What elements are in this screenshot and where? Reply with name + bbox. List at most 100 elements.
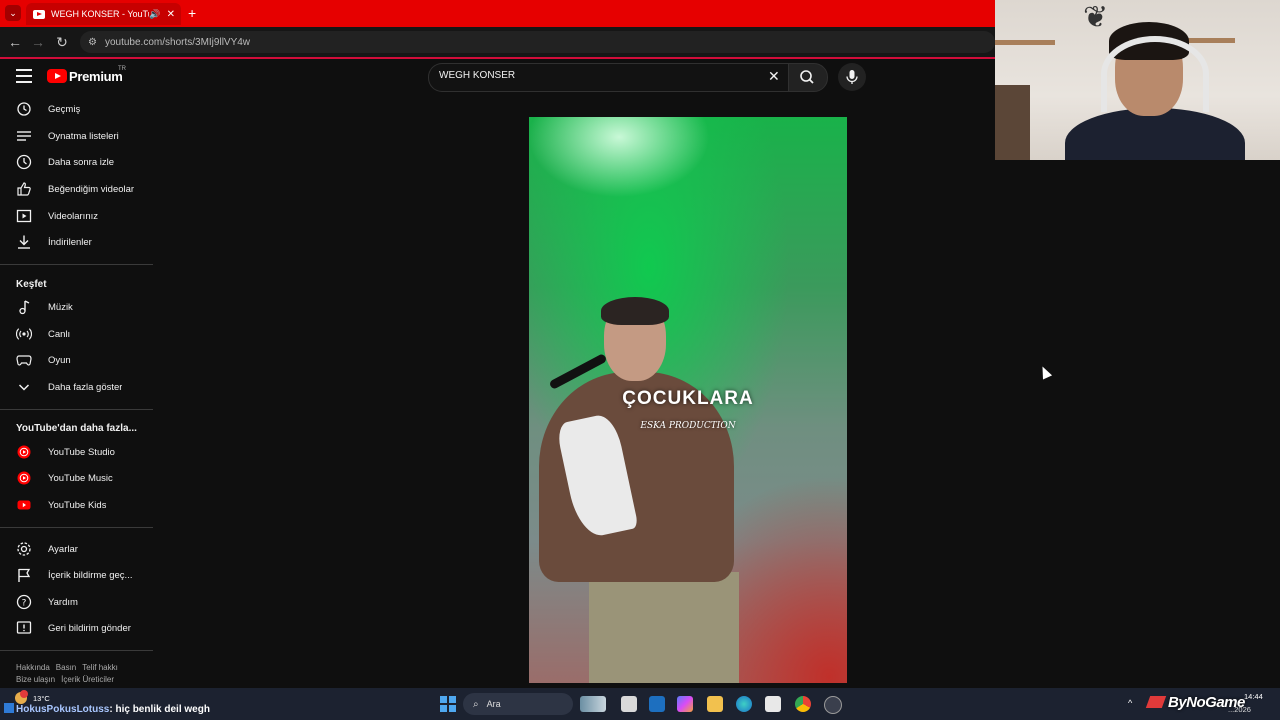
search-button[interactable] bbox=[788, 63, 828, 92]
logo-region: TR bbox=[118, 66, 126, 72]
sidebar-item-youtube-kids[interactable]: YouTube Kids bbox=[0, 492, 153, 518]
sidebar-item-youtube-studio[interactable]: YouTube Studio bbox=[0, 439, 153, 465]
chrome-icon[interactable] bbox=[795, 696, 811, 712]
search-query-text[interactable]: WEGH KONSER bbox=[439, 70, 515, 81]
windows-start-icon[interactable] bbox=[440, 696, 456, 712]
chat-username: HokusPokusLotuss bbox=[16, 704, 110, 715]
forward-arrow-icon[interactable]: → bbox=[30, 34, 46, 50]
sidebar-item-your-videos[interactable]: Videolarınız bbox=[0, 203, 153, 229]
footer-link[interactable]: Basın bbox=[56, 663, 76, 672]
more-from-youtube-heading: YouTube'dan daha fazla... bbox=[16, 423, 137, 434]
video-watermark: ESKA PRODUCTION bbox=[640, 421, 736, 431]
microphone-icon bbox=[846, 70, 858, 84]
back-arrow-icon[interactable]: ← bbox=[7, 34, 23, 50]
sidebar-item-live[interactable]: Canlı bbox=[0, 321, 153, 347]
url-field[interactable]: ⚙ youtube.com/shorts/3MIj9llVY4w bbox=[80, 31, 995, 53]
tab-search-button[interactable]: ⌄ bbox=[5, 5, 21, 21]
video-frame-detail bbox=[601, 297, 669, 325]
sidebar-item-label: Oyun bbox=[48, 354, 71, 366]
sidebar-item-history[interactable]: Geçmiş bbox=[0, 96, 153, 122]
chat-overlay: HokusPokusLotuss: hiç benlik deil wegh bbox=[4, 703, 210, 715]
footer-link[interactable]: Hakkında bbox=[16, 663, 50, 672]
svg-text:?: ? bbox=[22, 598, 27, 608]
sidebar-item-gaming[interactable]: Oyun bbox=[0, 347, 153, 373]
sidebar-divider bbox=[0, 527, 153, 528]
bynogame-logo-icon bbox=[1145, 696, 1167, 708]
microsoft-store-icon[interactable] bbox=[765, 696, 781, 712]
explore-heading: Keşfet bbox=[16, 279, 47, 290]
outlook-icon[interactable] bbox=[649, 696, 665, 712]
your-videos-icon bbox=[16, 208, 32, 224]
task-view-icon[interactable] bbox=[621, 696, 637, 712]
sidebar-footer-links: Bize ulaşın İçerik Üreticiler bbox=[16, 675, 120, 684]
taskbar-search-label: Ara bbox=[486, 699, 501, 709]
sidebar-item-show-more[interactable]: Daha fazla göster bbox=[0, 374, 153, 400]
sidebar-item-label: Videolarınız bbox=[48, 210, 98, 222]
hamburger-menu-icon[interactable] bbox=[16, 69, 32, 83]
clock-date[interactable]: ...2026 bbox=[1228, 705, 1251, 714]
settings-icon bbox=[16, 541, 32, 557]
tray-chevron-icon[interactable]: ^ bbox=[1128, 698, 1132, 708]
taskbar-search[interactable]: ⌕ Ara bbox=[463, 693, 573, 715]
sidebar-item-watch-later[interactable]: Daha sonra izle bbox=[0, 149, 153, 175]
voice-search-button[interactable] bbox=[838, 63, 866, 91]
clock-time[interactable]: 14:44 bbox=[1244, 692, 1263, 701]
sidebar-item-liked-videos[interactable]: Beğendiğim videolar bbox=[0, 176, 153, 202]
feedback-icon bbox=[16, 620, 32, 636]
music-icon bbox=[16, 299, 32, 315]
notification-badge bbox=[20, 690, 28, 698]
sidebar-item-playlists[interactable]: Oynatma listeleri bbox=[0, 123, 153, 149]
speaker-icon[interactable]: 🔊 bbox=[149, 9, 160, 20]
sidebar-item-label: Oynatma listeleri bbox=[48, 130, 119, 142]
youtube-logo-icon[interactable] bbox=[47, 69, 67, 83]
download-icon bbox=[16, 234, 32, 250]
help-icon: ? bbox=[16, 594, 32, 610]
youtube-studio-icon bbox=[16, 444, 32, 460]
footer-link[interactable]: Bize ulaşın bbox=[16, 675, 55, 684]
sidebar-item-settings[interactable]: Ayarlar bbox=[0, 536, 153, 562]
tab-close-icon[interactable]: ✕ bbox=[167, 9, 175, 20]
sidebar-item-label: YouTube Music bbox=[48, 472, 113, 484]
edge-icon[interactable] bbox=[736, 696, 752, 712]
sidebar-item-label: Geri bildirim gönder bbox=[48, 622, 131, 634]
sidebar-item-label: İçerik bildirme geç... bbox=[48, 569, 133, 581]
sidebar-item-youtube-music[interactable]: YouTube Music bbox=[0, 465, 153, 491]
url-text: youtube.com/shorts/3MIj9llVY4w bbox=[104, 36, 251, 48]
chat-message: : hiç benlik deil wegh bbox=[109, 704, 210, 715]
flag-icon bbox=[16, 567, 32, 583]
search-icon bbox=[800, 70, 814, 84]
search-highlight-icon[interactable] bbox=[580, 696, 606, 712]
sidebar-item-downloads[interactable]: İndirilenler bbox=[0, 229, 153, 255]
copilot-icon[interactable] bbox=[677, 696, 693, 712]
sidebar-item-report-history[interactable]: İçerik bildirme geç... bbox=[0, 562, 153, 588]
youtube-music-icon bbox=[16, 470, 32, 486]
sidebar-divider bbox=[0, 650, 153, 651]
sidebar-item-label: YouTube Studio bbox=[48, 446, 115, 458]
logo-text[interactable]: Premium bbox=[69, 69, 123, 84]
clear-search-icon[interactable]: ✕ bbox=[768, 68, 780, 84]
watch-later-icon bbox=[16, 154, 32, 170]
sidebar-item-label: Beğendiğim videolar bbox=[48, 183, 135, 195]
sidebar-item-send-feedback[interactable]: Geri bildirim gönder bbox=[0, 615, 153, 641]
site-info-icon[interactable]: ⚙ bbox=[88, 37, 97, 48]
kick-logo-icon bbox=[4, 703, 14, 713]
sidebar-item-label: Daha fazla göster bbox=[48, 381, 123, 393]
footer-link[interactable]: Telif hakkı bbox=[82, 663, 118, 672]
reload-icon[interactable]: ↻ bbox=[54, 34, 70, 50]
browser-tab[interactable]: WEGH KONSER - YouTube 🔊 ✕ bbox=[26, 3, 181, 25]
mouse-cursor-icon bbox=[1037, 364, 1053, 380]
sidebar-item-music[interactable]: Müzik bbox=[0, 294, 153, 320]
weather-temperature: 13°C bbox=[33, 694, 50, 703]
webcam-overlay: ❦ bbox=[995, 0, 1280, 160]
footer-link[interactable]: İçerik Üreticiler bbox=[61, 675, 114, 684]
tab-title: WEGH KONSER - YouTube bbox=[51, 9, 149, 19]
sidebar-item-label: İndirilenler bbox=[48, 236, 92, 248]
sidebar-divider bbox=[0, 264, 153, 265]
obs-icon[interactable] bbox=[824, 696, 842, 714]
file-explorer-icon[interactable] bbox=[707, 696, 723, 712]
sidebar-divider bbox=[0, 409, 153, 410]
sidebar-item-label: Geçmiş bbox=[48, 103, 81, 115]
sidebar-item-help[interactable]: ? Yardım bbox=[0, 589, 153, 615]
new-tab-button[interactable]: + bbox=[188, 5, 196, 21]
sidebar-footer-links: Hakkında Basın Telif hakkı bbox=[16, 663, 124, 672]
